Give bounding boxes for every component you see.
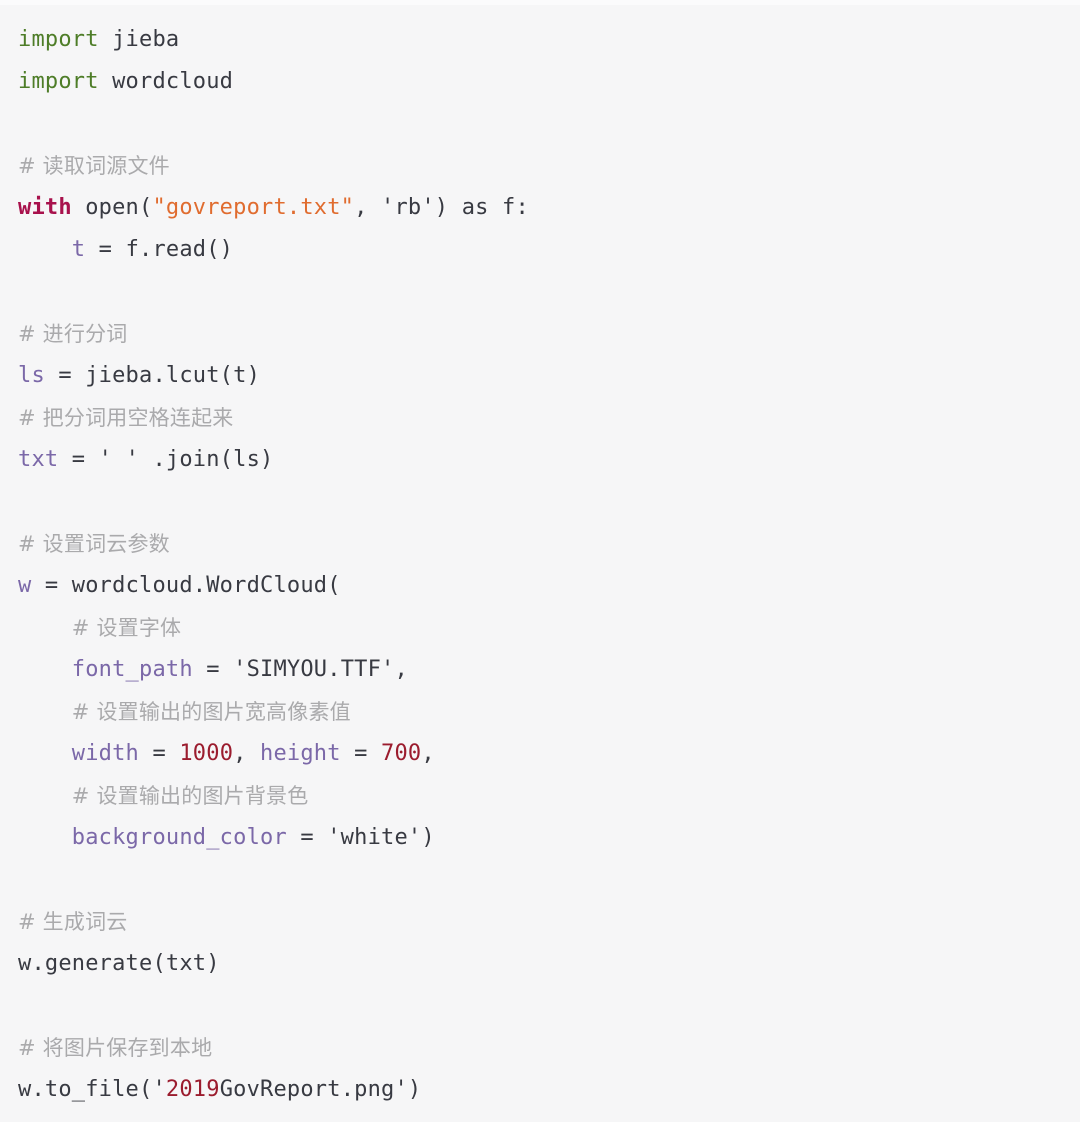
code-line: # 进行分词 bbox=[0, 313, 1080, 355]
code-line: # 设置词云参数 bbox=[0, 523, 1080, 565]
code-token-keyword: import bbox=[18, 69, 99, 94]
code-line: w.generate(txt) bbox=[0, 943, 1080, 985]
code-line: import jieba bbox=[0, 19, 1080, 61]
code-token-var: height bbox=[260, 741, 341, 766]
code-token-default: , bbox=[233, 741, 261, 766]
code-token-number: 2019 bbox=[165, 1077, 220, 1102]
code-line: # 把分词用空格连起来 bbox=[0, 397, 1080, 439]
code-token-default: GovReport.png') bbox=[219, 1077, 422, 1102]
code-token-var: txt bbox=[18, 447, 59, 472]
code-token-default bbox=[18, 657, 72, 682]
code-token-comment: # 把分词用空格连起来 bbox=[18, 406, 234, 430]
code-token-default: = wordcloud.WordCloud( bbox=[31, 573, 341, 598]
code-token-default bbox=[18, 700, 72, 725]
code-token-default: w.to_file(' bbox=[18, 1077, 166, 1102]
code-token-comment: # 设置字体 bbox=[71, 616, 182, 640]
code-line: # 将图片保存到本地 bbox=[0, 1027, 1080, 1069]
code-token-default: jieba bbox=[98, 27, 180, 52]
code-token-number: 1000 bbox=[179, 741, 234, 766]
code-line: t = f.read() bbox=[0, 229, 1080, 271]
code-token-var: ls bbox=[18, 363, 45, 388]
code-token-default: , bbox=[421, 741, 435, 766]
code-token-var: width bbox=[71, 741, 140, 766]
code-token-comment: # 将图片保存到本地 bbox=[18, 1036, 213, 1060]
code-snippet-panel: import jieba import wordcloud # 读取词源文件 with… bbox=[0, 0, 1080, 1122]
code-token-keyword: import bbox=[18, 27, 99, 52]
code-token-default bbox=[18, 784, 72, 809]
code-token-default: = jieba.lcut(t) bbox=[44, 363, 261, 388]
code-token-comment: # 生成词云 bbox=[18, 910, 128, 934]
code-token-comment: # 读取词源文件 bbox=[18, 154, 170, 178]
code-line: width = 1000, height = 700, bbox=[0, 733, 1080, 775]
code-token-comment: # 设置输出的图片宽高像素值 bbox=[71, 700, 351, 724]
code-line: # 设置字体 bbox=[0, 607, 1080, 649]
code-token-default: = f.read() bbox=[85, 237, 234, 262]
code-token-default bbox=[18, 237, 72, 262]
code-token-default: wordcloud bbox=[98, 69, 234, 94]
code-line: # 设置输出的图片宽高像素值 bbox=[0, 691, 1080, 733]
code-lines-container[interactable]: import jieba import wordcloud # 读取词源文件 with… bbox=[0, 5, 1080, 1111]
code-token-var: w bbox=[18, 573, 32, 598]
code-line: ls = jieba.lcut(t) bbox=[0, 355, 1080, 397]
code-token-default: w.generate(txt) bbox=[18, 951, 220, 976]
code-token-var: font_path bbox=[71, 657, 193, 682]
code-line: # 读取词源文件 bbox=[0, 145, 1080, 187]
code-token-comment: # 设置词云参数 bbox=[18, 532, 170, 556]
code-line: font_path = 'SIMYOU.TTF', bbox=[0, 649, 1080, 691]
code-token-default bbox=[18, 825, 72, 850]
code-line: background_color = 'white') bbox=[0, 817, 1080, 859]
code-token-default: , 'rb') as f: bbox=[354, 195, 529, 220]
code-token-default: open( bbox=[71, 195, 153, 220]
code-token-string: "govreport.txt" bbox=[152, 195, 355, 220]
code-token-default bbox=[18, 616, 72, 641]
code-token-kw-strong: with bbox=[18, 195, 72, 220]
code-token-var: t bbox=[71, 237, 86, 262]
code-token-comment: # 设置输出的图片背景色 bbox=[71, 784, 309, 808]
code-token-default: = 'SIMYOU.TTF', bbox=[192, 657, 408, 682]
code-token-var: background_color bbox=[71, 825, 287, 850]
code-line: # 生成词云 bbox=[0, 901, 1080, 943]
code-line: w = wordcloud.WordCloud( bbox=[0, 565, 1080, 607]
code-token-default: = ' ' .join(ls) bbox=[58, 447, 274, 472]
code-token-default: = 'white') bbox=[286, 825, 435, 850]
code-token-default: = bbox=[139, 741, 180, 766]
code-line: import wordcloud bbox=[0, 61, 1080, 103]
code-line: w.to_file('2019GovReport.png') bbox=[0, 1069, 1080, 1111]
code-line: txt = ' ' .join(ls) bbox=[0, 439, 1080, 481]
code-token-default bbox=[18, 741, 72, 766]
code-token-default: = bbox=[340, 741, 382, 766]
code-token-number: 700 bbox=[381, 741, 422, 766]
code-token-comment: # 进行分词 bbox=[18, 322, 128, 346]
code-line: # 设置输出的图片背景色 bbox=[0, 775, 1080, 817]
code-line: with open("govreport.txt", 'rb') as f: bbox=[0, 187, 1080, 229]
